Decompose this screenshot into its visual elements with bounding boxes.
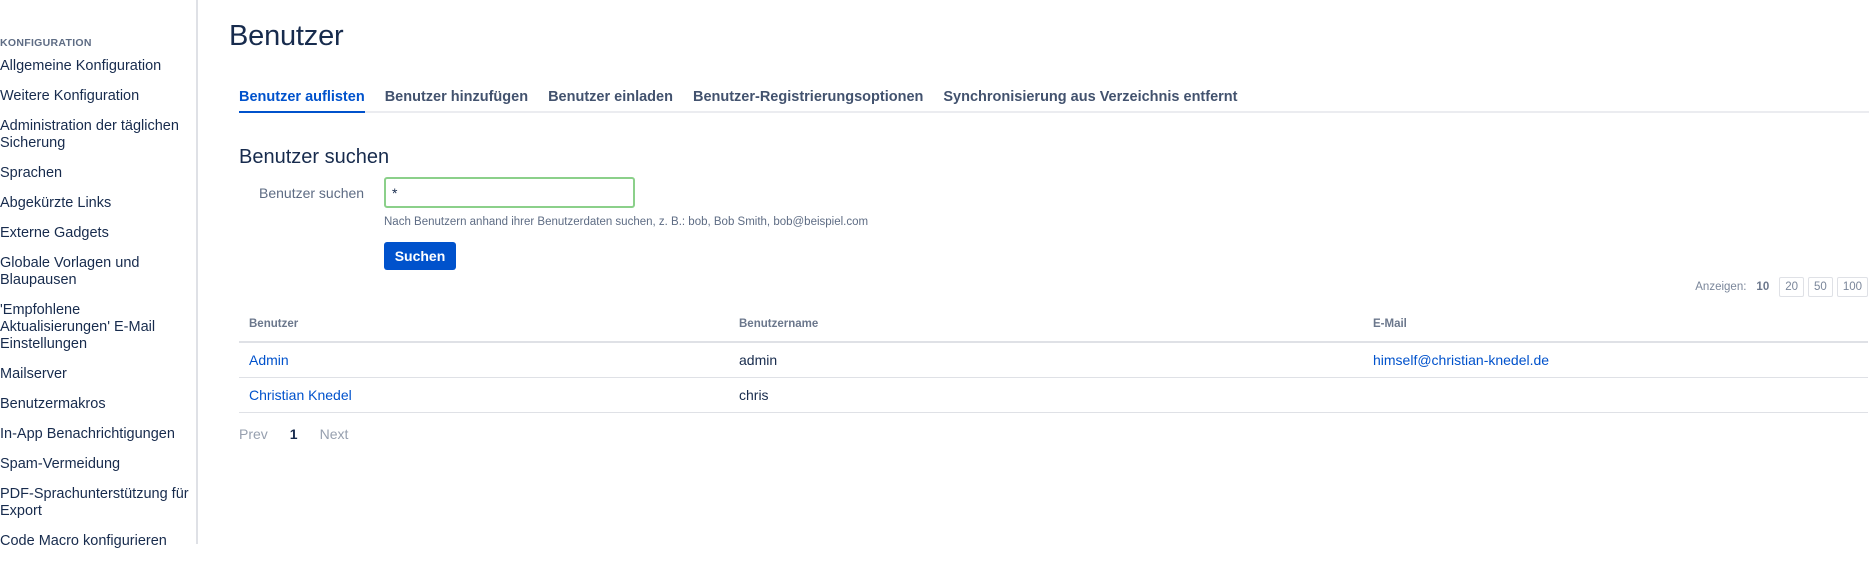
next-page-button[interactable]: Next <box>320 426 349 442</box>
sidebar-heading: KONFIGURATION <box>0 37 92 49</box>
sidebar-item[interactable]: Administration der täglichen Sicherung <box>0 118 190 152</box>
tab-invite-users[interactable]: Benutzer einladen <box>548 89 673 113</box>
sidebar-item[interactable]: Allgemeine Konfiguration <box>0 58 190 75</box>
sidebar-item[interactable]: Sprachen <box>0 165 190 182</box>
tab-directory-sync[interactable]: Synchronisierung aus Verzeichnis entfern… <box>943 89 1237 113</box>
table-row: Admin admin himself@christian-knedel.de <box>239 342 1868 378</box>
sidebar: KONFIGURATION Allgemeine Konfiguration We… <box>0 0 198 549</box>
email-link[interactable]: himself@christian-knedel.de <box>1373 352 1549 368</box>
page-size-selector: Anzeigen: 10 20 50 100 <box>1695 277 1868 297</box>
tab-registration-options[interactable]: Benutzer-Registrierungsoptionen <box>693 89 923 113</box>
sidebar-item[interactable]: Externe Gadgets <box>0 225 190 242</box>
username-cell: chris <box>729 377 1363 413</box>
search-label: Benutzer suchen <box>259 185 365 201</box>
page-size-100[interactable]: 100 <box>1836 277 1868 297</box>
sidebar-item[interactable]: 'Empfohlene Aktualisierungen' E-Mail Ein… <box>0 302 190 353</box>
user-link[interactable]: Admin <box>249 352 289 368</box>
search-heading: Benutzer suchen <box>239 146 390 168</box>
sidebar-item[interactable]: Code Macro konfigurieren <box>0 533 190 550</box>
prev-page-button[interactable]: Prev <box>239 426 268 442</box>
sidebar-item[interactable]: Mailserver <box>0 366 190 383</box>
current-page: 1 <box>289 426 298 442</box>
page-title: Benutzer <box>229 20 344 52</box>
search-button[interactable]: Suchen <box>384 242 456 270</box>
sidebar-item[interactable]: In-App Benachrichtigungen <box>0 426 190 443</box>
users-table: Benutzer Benutzername E-Mail Admin admin… <box>239 310 1868 413</box>
sidebar-item[interactable]: Weitere Konfiguration <box>0 88 190 105</box>
page-size-current: 10 <box>1756 281 1770 293</box>
column-header-user: Benutzer <box>239 310 729 343</box>
search-help-text: Nach Benutzern anhand ihrer Benutzerdate… <box>384 216 869 228</box>
tab-add-users[interactable]: Benutzer hinzufügen <box>385 89 528 113</box>
tab-bar: Benutzer auflisten Benutzer hinzufügen B… <box>239 89 1869 113</box>
pagination: Prev 1 Next <box>239 426 348 442</box>
sidebar-item[interactable]: Globale Vorlagen und Blaupausen <box>0 255 190 289</box>
page-size-label: Anzeigen: <box>1695 281 1747 293</box>
sidebar-item[interactable]: Abgekürzte Links <box>0 195 190 212</box>
sidebar-item[interactable]: Benutzermakros <box>0 396 190 413</box>
page-size-20[interactable]: 20 <box>1779 277 1805 297</box>
sidebar-item[interactable]: Spam-Vermeidung <box>0 456 190 473</box>
search-input[interactable] <box>384 177 635 208</box>
column-header-username: Benutzername <box>729 310 1363 343</box>
username-cell: admin <box>729 342 1363 378</box>
sidebar-list: Allgemeine Konfiguration Weitere Konfigur… <box>0 58 190 563</box>
page-size-50[interactable]: 50 <box>1808 277 1833 297</box>
user-link[interactable]: Christian Knedel <box>249 387 352 403</box>
column-header-email: E-Mail <box>1363 310 1868 343</box>
table-row: Christian Knedel chris <box>239 377 1868 413</box>
sidebar-item[interactable]: PDF-Sprachunterstützung für Export <box>0 486 190 520</box>
tab-list-users[interactable]: Benutzer auflisten <box>239 89 365 113</box>
